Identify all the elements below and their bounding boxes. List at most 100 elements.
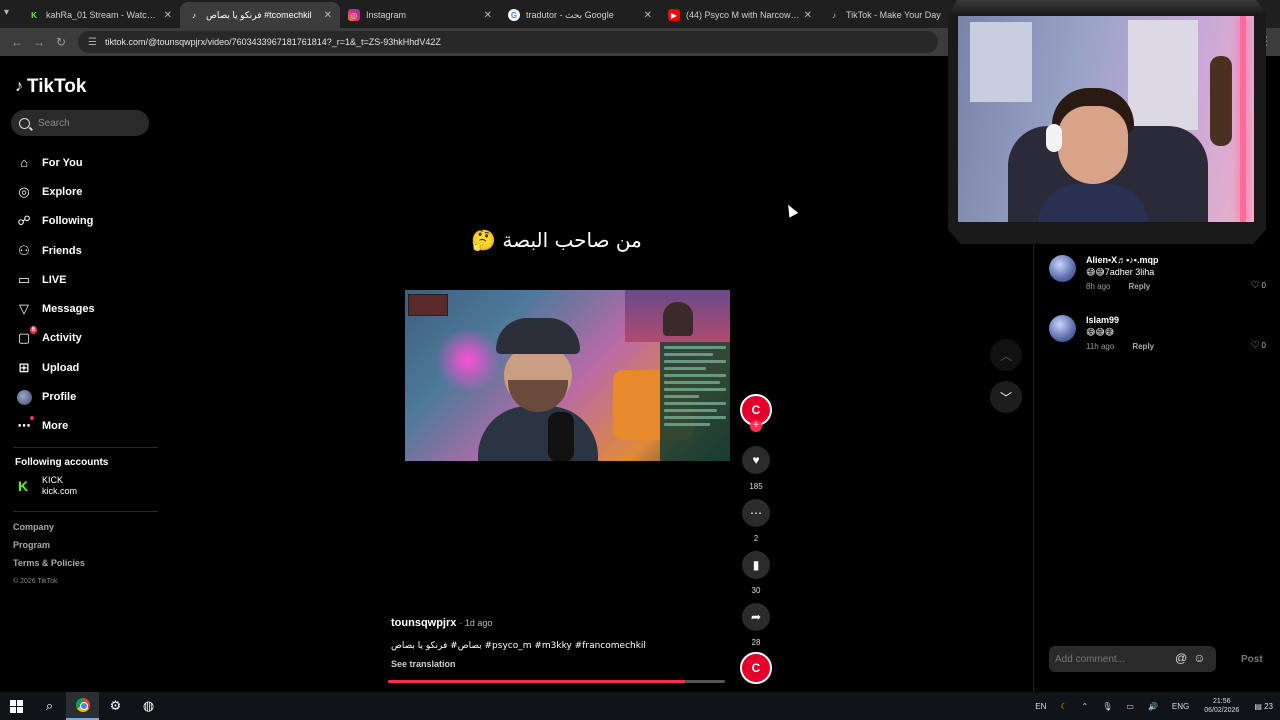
site-info-icon[interactable]: ☰	[88, 37, 97, 48]
comment-item: Islam99 😅😅😅 11h ago Reply ♡ 0	[1049, 315, 1276, 351]
follow-plus-icon[interactable]: +	[750, 420, 762, 432]
comment-icon: ⋯	[750, 506, 762, 520]
following-icon: ☍	[17, 213, 31, 229]
close-icon[interactable]: ✕	[644, 10, 652, 21]
microphone-icon[interactable]: 🎙	[1102, 702, 1112, 711]
instagram-icon: ◎	[348, 9, 360, 21]
close-icon[interactable]: ✕	[484, 10, 492, 21]
stream-chat	[660, 342, 730, 461]
emoji-icon[interactable]: ☺	[1193, 651, 1205, 665]
divider	[13, 511, 158, 512]
sidebar-item-label: Activity	[42, 332, 82, 345]
input-language[interactable]: ENG	[1172, 702, 1189, 711]
upload-icon: ⊞	[18, 359, 30, 375]
sidebar-item-activity[interactable]: ▢ 6 Activity	[16, 324, 95, 353]
chevron-up-icon: ︿	[999, 348, 1012, 363]
browser-tab[interactable]: ◎ Instagram ✕	[340, 2, 500, 28]
comment-username[interactable]: Islam99	[1086, 315, 1276, 325]
address-bar[interactable]: ☰ tiktok.com/@tounsqwpjrx/video/76034339…	[78, 31, 938, 53]
comment-text: 😅😅7adher 3liha	[1086, 267, 1155, 277]
comment-button[interactable]: ⋯	[742, 499, 770, 527]
save-button[interactable]: ▮	[742, 551, 770, 579]
comment-like-button[interactable]: ♡ 0	[1251, 280, 1266, 291]
back-arrow-icon[interactable]: ←	[6, 31, 28, 53]
search-icon[interactable]: ⌕	[33, 692, 66, 720]
video-player[interactable]	[383, 290, 730, 461]
next-video-button[interactable]: ﹀	[990, 381, 1022, 413]
close-icon[interactable]: ✕	[804, 10, 812, 21]
tab-search-icon[interactable]: ▾	[4, 7, 20, 23]
tiktok-icon: ♪	[192, 10, 196, 20]
night-mode-icon[interactable]: ☾	[1060, 702, 1067, 711]
footer-link-company[interactable]: Company	[13, 522, 85, 540]
share-button[interactable]: ➦	[742, 603, 770, 631]
system-tray: EN ☾ ⌃ 🎙 ▭ 🔊 ENG 21:56 06/02/2026 ▤ 23	[1028, 692, 1280, 720]
notifications-icon[interactable]: ▤ 23	[1254, 702, 1273, 711]
reload-icon[interactable]: ↻	[50, 31, 72, 53]
sidebar-item-upload[interactable]: ⊞ Upload	[16, 353, 95, 382]
footer-links: Company Program Terms & Policies © 2026 …	[13, 522, 85, 585]
avatar[interactable]	[1049, 315, 1076, 342]
steam-icon[interactable]: ⚙	[99, 692, 132, 720]
letterbox-bar	[383, 290, 405, 461]
browser-tab-active[interactable]: ♪ فرنكو يا بصاص #tcomechkil ✕	[180, 2, 340, 28]
comment-like-button[interactable]: ♡ 0	[1251, 340, 1266, 351]
footer-link-terms[interactable]: Terms & Policies	[13, 558, 85, 576]
obs-icon[interactable]: ◍	[132, 692, 165, 720]
like-button[interactable]: ♥	[742, 446, 770, 474]
forward-arrow-icon[interactable]: →	[28, 31, 50, 53]
streamer-figure	[478, 318, 598, 461]
more-icon: ⋯	[16, 416, 34, 434]
video-overlay-caption: من صاحب البصة 🤔	[471, 228, 642, 252]
logo-text: TikTok	[27, 76, 87, 97]
windows-start-icon[interactable]	[0, 692, 33, 720]
sidebar-item-friends[interactable]: ⚇ Friends	[16, 236, 95, 265]
browser-tab[interactable]: ▶ (44) Psyco M with Narcows - A ✕	[660, 2, 820, 28]
followed-account[interactable]: K KICK kick.com	[18, 475, 77, 497]
author-name[interactable]: tounsqwpjrx	[391, 617, 456, 629]
see-translation-link[interactable]: See translation	[391, 659, 456, 669]
mention-icon[interactable]: @	[1175, 651, 1187, 665]
sidebar-item-profile[interactable]: Profile	[16, 382, 95, 411]
sidebar-item-label: Friends	[42, 244, 82, 257]
chevron-up-icon[interactable]: ⌃	[1082, 702, 1089, 711]
sidebar-item-explore[interactable]: ◎ Explore	[16, 177, 95, 206]
reply-button[interactable]: Reply	[1132, 342, 1154, 351]
sidebar-item-label: More	[42, 420, 69, 433]
close-icon[interactable]: ✕	[164, 10, 172, 21]
sound-disc[interactable]: C	[740, 652, 772, 684]
close-icon[interactable]: ✕	[324, 10, 332, 21]
clock[interactable]: 21:56 06/02/2026	[1204, 697, 1239, 715]
avatar[interactable]	[1049, 255, 1076, 282]
like-count: 185	[749, 482, 763, 491]
clock-date: 06/02/2026	[1204, 707, 1240, 714]
network-icon[interactable]: ▭	[1126, 702, 1134, 711]
browser-tab[interactable]: G tradutor - بحث Google ✕	[500, 2, 660, 28]
sidebar-item-following[interactable]: ☍ Following	[16, 207, 95, 236]
search-box[interactable]: Search	[11, 110, 149, 136]
sidebar-item-label: Explore	[42, 185, 83, 198]
sidebar-item-more[interactable]: ⋯ More	[16, 412, 95, 441]
save-count: 30	[751, 586, 761, 595]
chrome-icon[interactable]	[66, 692, 99, 720]
heart-icon: ♥	[752, 453, 760, 467]
sidebar-item-label: Profile	[42, 391, 77, 404]
sidebar-item-messages[interactable]: ▽ Messages	[16, 294, 95, 323]
tab-title: Instagram	[366, 10, 407, 20]
video-progress-bar[interactable]	[388, 680, 725, 683]
comment-username[interactable]: Alien•X♬•♪•.mqp	[1086, 255, 1276, 265]
sidebar-item-label: Upload	[42, 361, 80, 374]
tiktok-logo[interactable]: ♪ TikTok	[15, 76, 86, 98]
post-button[interactable]: Post	[1241, 654, 1263, 665]
input-language-short[interactable]: EN	[1035, 702, 1046, 711]
share-count: 28	[751, 638, 761, 647]
kick-icon: K	[31, 10, 37, 20]
volume-icon[interactable]: 🔊	[1148, 702, 1158, 711]
previous-video-button[interactable]: ︿	[990, 339, 1022, 371]
account-handle: kick.com	[42, 486, 78, 496]
footer-link-program[interactable]: Program	[13, 540, 85, 558]
reply-button[interactable]: Reply	[1128, 282, 1150, 291]
sidebar-item-for-you[interactable]: ⌂ For You	[16, 148, 95, 177]
sidebar-item-live[interactable]: ▭ LIVE	[16, 265, 95, 294]
browser-tab[interactable]: K kahRa_01 Stream - Watch Live o ✕	[20, 2, 180, 28]
